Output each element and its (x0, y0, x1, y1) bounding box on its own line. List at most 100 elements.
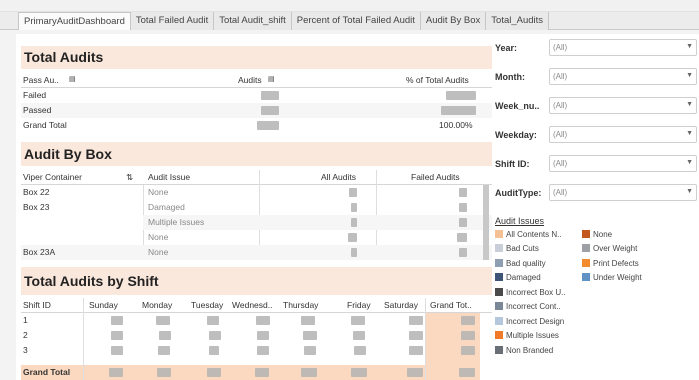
col-header-pct[interactable]: % of Total Audits (406, 75, 469, 85)
legend-item[interactable]: Incorrect Cont.. (495, 302, 561, 314)
legend-item[interactable]: Bad quality (495, 259, 546, 271)
chevron-down-icon: ▼ (686, 43, 693, 50)
col-header[interactable]: Thursday (283, 300, 318, 310)
legend-item[interactable]: Incorrect Design (495, 317, 564, 329)
col-header[interactable]: Sunday (89, 300, 118, 310)
redacted-value (158, 346, 170, 355)
legend-label: Over Weight (593, 244, 638, 253)
col-header-audits[interactable]: Audits (238, 75, 262, 85)
scrollbar[interactable] (483, 185, 489, 260)
container-name: Box 23 (23, 202, 50, 212)
filter-label-audit-type: AuditType: (495, 188, 542, 198)
col-header-failed-audits[interactable]: Failed Audits (411, 172, 460, 182)
redacted-value (261, 106, 279, 115)
redacted-value (209, 346, 219, 355)
legend-label: Under Weight (593, 273, 642, 282)
sort-icon[interactable]: ▤ (69, 75, 76, 83)
color-swatch (495, 259, 503, 267)
chevron-down-icon: ▼ (686, 130, 693, 137)
legend-label: Non Branded (506, 346, 554, 355)
filter-value: (All) (553, 101, 568, 110)
legend-item[interactable]: Incorrect Box U.. (495, 288, 566, 300)
tab-audit-by-box[interactable]: Audit By Box (420, 12, 487, 30)
legend-item[interactable]: Over Weight (582, 244, 637, 256)
table-row[interactable]: Failed (21, 88, 492, 103)
table-row[interactable]: None (143, 230, 492, 245)
sort-icon[interactable]: ▤ (268, 75, 275, 83)
col-header[interactable]: Wednesd.. (232, 300, 272, 310)
redacted-value (353, 331, 365, 340)
redacted-value (111, 331, 123, 340)
chevron-down-icon: ▼ (686, 101, 693, 108)
tab-percent-failed-audit[interactable]: Percent of Total Failed Audit (291, 12, 421, 30)
table-row[interactable]: Box 22 None (21, 185, 492, 200)
table-row[interactable]: Passed (21, 103, 492, 118)
redacted-value (207, 316, 219, 325)
col-header[interactable]: Tuesday (191, 300, 223, 310)
tab-total-audits[interactable]: Total_Audits (486, 12, 550, 30)
sheet-tab-bar: PrimaryAuditDashboard Total Failed Audit… (0, 12, 699, 30)
container-name: Box 23A (23, 247, 56, 257)
table-header-row: Viper Container ⇅ Audit Issue All Audits… (21, 170, 492, 185)
legend-item[interactable]: Print Defects (582, 259, 639, 271)
chevron-down-icon: ▼ (686, 188, 693, 195)
container-name: Box 22 (23, 187, 50, 197)
col-header-all-audits[interactable]: All Audits (321, 172, 356, 182)
legend-item[interactable]: Under Weight (582, 273, 642, 285)
table-row[interactable]: Grand Total (21, 365, 492, 380)
legend-item[interactable]: Non Branded (495, 346, 553, 358)
tab-total-audit-shift[interactable]: Total Audit_shift (214, 12, 292, 30)
year-filter-dropdown[interactable]: (All) ▼ (549, 39, 697, 56)
filter-label-month: Month: (495, 72, 525, 82)
color-swatch (495, 288, 503, 296)
divider (425, 298, 426, 380)
audit-type-filter-dropdown[interactable]: (All) ▼ (549, 184, 697, 201)
sort-arrow-icon[interactable]: ⇅ (126, 172, 133, 183)
redacted-value (209, 331, 221, 340)
filter-value: (All) (553, 72, 568, 81)
week-filter-dropdown[interactable]: (All) ▼ (549, 97, 697, 114)
color-swatch (495, 317, 503, 325)
color-swatch (495, 331, 503, 339)
table-row[interactable]: 2 (21, 328, 492, 343)
col-header[interactable]: Monday (142, 300, 172, 310)
month-filter-dropdown[interactable]: (All) ▼ (549, 68, 697, 85)
audit-by-box-title: Audit By Box (21, 142, 492, 166)
table-row[interactable]: Grand Total 100.00% (21, 118, 492, 133)
table-row[interactable]: Multiple Issues (143, 215, 492, 230)
col-header-pass[interactable]: Pass Au.. (23, 75, 59, 85)
legend-item[interactable]: Multiple Issues (495, 331, 559, 343)
tab-total-failed-audit[interactable]: Total Failed Audit (130, 12, 215, 30)
table-row[interactable]: Box 23 Damaged (21, 200, 492, 215)
table-row[interactable]: Box 23A None (21, 245, 492, 260)
redacted-value (257, 346, 269, 355)
redacted-value (351, 248, 357, 257)
color-swatch (495, 273, 503, 281)
filter-label-week: Week_nu.. (495, 101, 540, 111)
col-header[interactable]: Shift ID (23, 300, 51, 310)
legend-item[interactable]: All Contents N.. (495, 230, 562, 242)
shift-id: 1 (23, 315, 28, 325)
filter-value: (All) (553, 159, 568, 168)
col-header[interactable]: Grand Tot.. (430, 300, 472, 310)
redacted-value (157, 368, 171, 377)
legend-item[interactable]: Bad Cuts (495, 244, 539, 256)
col-header-container[interactable]: Viper Container (23, 172, 82, 182)
col-header[interactable]: Friday (347, 300, 371, 310)
table-row[interactable]: 3 (21, 343, 492, 358)
table-row[interactable]: 1 (21, 313, 492, 328)
col-header[interactable]: Saturday (384, 300, 418, 310)
total-audits-title: Total Audits (21, 46, 492, 69)
color-swatch (495, 230, 503, 238)
redacted-value (459, 203, 467, 212)
redacted-value (301, 368, 317, 377)
legend-item[interactable]: None (582, 230, 612, 242)
redacted-value (304, 346, 316, 355)
redacted-value (459, 218, 467, 227)
tab-primary-audit-dashboard[interactable]: PrimaryAuditDashboard (18, 12, 131, 30)
col-header-issue[interactable]: Audit Issue (148, 172, 190, 182)
weekday-filter-dropdown[interactable]: (All) ▼ (549, 126, 697, 143)
shift-filter-dropdown[interactable]: (All) ▼ (549, 155, 697, 172)
legend-item[interactable]: Damaged (495, 273, 541, 285)
dashboard-canvas: Total Audits Pass Au.. ▤ Audits ▤ % of T… (16, 34, 699, 380)
